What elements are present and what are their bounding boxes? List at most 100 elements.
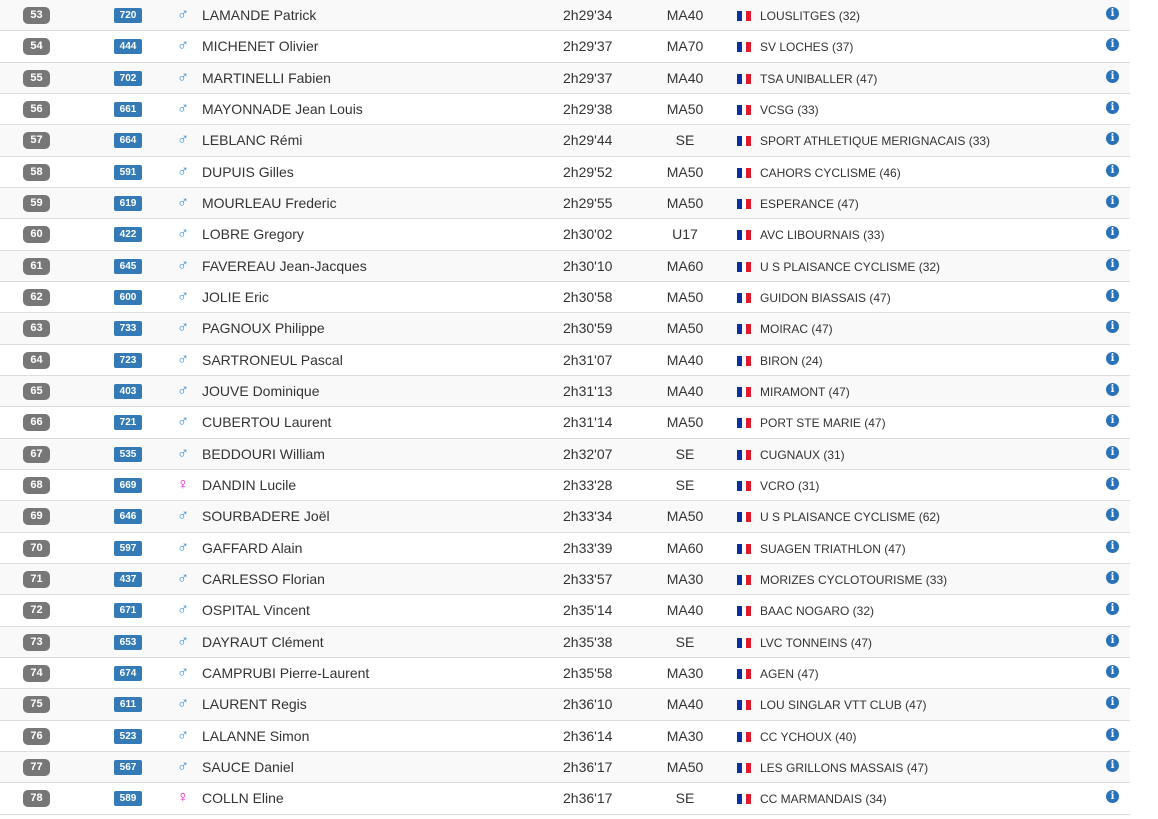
club-name: VCRO (31) bbox=[760, 478, 820, 493]
info-icon[interactable]: i bbox=[1106, 414, 1119, 428]
table-row[interactable]: 65 403 ♂ JOUVE Dominique 2h31'13 MA40 MIRAMONT… bbox=[0, 375, 1130, 408]
table-row[interactable]: 66 721 ♂ CUBERTOU Laurent 2h31'14 MA50 PORT ST… bbox=[0, 407, 1130, 439]
france-flag-icon bbox=[737, 418, 752, 429]
male-icon: ♂ bbox=[177, 757, 189, 775]
table-row[interactable]: 54 444 ♂ MICHENET Olivier 2h29'37 MA70 SV LOCH… bbox=[0, 31, 1130, 63]
info-icon[interactable]: i bbox=[1106, 257, 1119, 271]
bib-badge: 653 bbox=[114, 634, 142, 650]
table-row[interactable]: 74 674 ♂ CAMPRUBI Pierre-Laurent 2h35'58 MA30… bbox=[0, 657, 1130, 690]
athlete-name: DANDIN Lucile bbox=[202, 476, 297, 493]
france-flag-icon bbox=[737, 104, 752, 115]
info-icon[interactable]: i bbox=[1106, 226, 1119, 240]
info-icon[interactable]: i bbox=[1106, 7, 1119, 20]
table-row[interactable]: 75 611 ♂ LAURENT Regis 2h36'10 MA40 LOU SINGLA… bbox=[0, 689, 1130, 721]
info-icon[interactable]: i bbox=[1106, 194, 1119, 208]
info-icon[interactable]: i bbox=[1106, 696, 1119, 710]
info-icon[interactable]: i bbox=[1106, 445, 1119, 459]
info-icon[interactable]: i bbox=[1106, 69, 1119, 83]
athlete-name: CARLESSO Florian bbox=[202, 570, 325, 587]
athlete-name: MARTINELLI Fabien bbox=[202, 69, 331, 86]
table-row[interactable]: 63 733 ♂ PAGNOUX Philippe 2h30'59 MA50 MOIRAC … bbox=[0, 313, 1130, 345]
table-row[interactable]: 68 669 ♀ DANDIN Lucile 2h33'28 SE VCRO (31) i bbox=[0, 469, 1130, 502]
france-flag-icon bbox=[737, 668, 752, 679]
info-icon[interactable]: i bbox=[1106, 476, 1119, 490]
info-icon[interactable]: i bbox=[1106, 320, 1119, 334]
rank-badge: 68 bbox=[23, 476, 50, 494]
info-icon[interactable]: i bbox=[1106, 38, 1119, 52]
bib-badge: 723 bbox=[114, 352, 142, 368]
bib-badge: 721 bbox=[114, 415, 142, 431]
male-icon: ♂ bbox=[177, 663, 189, 681]
male-icon: ♂ bbox=[177, 350, 189, 368]
france-flag-icon bbox=[737, 42, 752, 53]
finish-time: 2h30'02 bbox=[563, 226, 613, 243]
info-icon[interactable]: i bbox=[1106, 508, 1119, 522]
info-icon[interactable]: i bbox=[1106, 633, 1119, 647]
info-icon[interactable]: i bbox=[1106, 570, 1119, 584]
rank-badge: 73 bbox=[23, 633, 50, 651]
female-icon: ♀ bbox=[177, 789, 189, 807]
table-row[interactable]: 77 567 ♂ SAUCE Daniel 2h36'17 MA50 LES GRILLON… bbox=[0, 751, 1130, 784]
france-flag-icon bbox=[737, 73, 752, 84]
france-flag-icon bbox=[737, 762, 752, 773]
info-icon[interactable]: i bbox=[1106, 539, 1119, 553]
info-icon[interactable]: i bbox=[1106, 288, 1119, 302]
table-row[interactable]: 72 671 ♂ OSPITAL Vincent 2h35'14 MA40 BAAC NOG… bbox=[0, 595, 1130, 627]
table-row[interactable]: 62 600 ♂ JOLIE Eric 2h30'58 MA50 GUIDON BIASSA… bbox=[0, 281, 1130, 314]
athlete-name: MOURLEAU Frederic bbox=[202, 194, 337, 211]
info-icon[interactable]: i bbox=[1106, 163, 1119, 177]
table-row[interactable]: 73 653 ♂ DAYRAUT Clément 2h35'38 SE LVC TONNEI… bbox=[0, 626, 1130, 658]
table-row[interactable]: 61 645 ♂ FAVEREAU Jean-Jacques 2h30'10 MA60 U … bbox=[0, 250, 1130, 282]
france-flag-icon bbox=[737, 136, 752, 147]
finish-time: 2h36'17 bbox=[563, 790, 613, 807]
athlete-name: LOBRE Gregory bbox=[202, 226, 304, 243]
club-name: TSA UNIBALLER (47) bbox=[760, 71, 878, 86]
info-icon[interactable]: i bbox=[1106, 602, 1119, 616]
rank-badge: 70 bbox=[23, 539, 50, 557]
finish-time: 2h30'59 bbox=[563, 320, 613, 337]
finish-time: 2h31'13 bbox=[563, 382, 613, 399]
table-row[interactable]: 57 664 ♂ LEBLANC Rémi 2h29'44 SE SPORT ATHLETI… bbox=[0, 125, 1130, 157]
info-icon[interactable]: i bbox=[1106, 727, 1119, 741]
category: MA70 bbox=[666, 38, 704, 55]
finish-time: 2h29'37 bbox=[563, 38, 613, 55]
table-row[interactable]: 60 422 ♂ LOBRE Gregory 2h30'02 U17 AVC LIBOURN… bbox=[0, 219, 1130, 251]
info-icon[interactable]: i bbox=[1106, 758, 1119, 772]
category: MA40 bbox=[666, 351, 704, 368]
finish-time: 2h30'58 bbox=[563, 288, 613, 305]
info-icon[interactable]: i bbox=[1106, 132, 1119, 146]
info-icon[interactable]: i bbox=[1106, 790, 1119, 804]
female-icon: ♀ bbox=[177, 475, 189, 493]
bib-badge: 567 bbox=[114, 759, 142, 775]
athlete-name: PAGNOUX Philippe bbox=[202, 320, 325, 337]
france-flag-icon bbox=[737, 324, 752, 335]
table-row[interactable]: 55 702 ♂ MARTINELLI Fabien 2h29'37 MA40 TSA UN… bbox=[0, 62, 1130, 94]
rank-badge: 67 bbox=[23, 445, 50, 463]
table-row[interactable]: 59 619 ♂ MOURLEAU Frederic 2h29'55 MA50 ESPERA… bbox=[0, 187, 1130, 220]
table-row[interactable]: 53 720 ♂ LAMANDE Patrick 2h29'34 MA40 LOUSLITG… bbox=[0, 0, 1130, 32]
athlete-name: BEDDOURI William bbox=[202, 445, 325, 462]
bib-badge: 611 bbox=[114, 697, 142, 713]
table-row[interactable]: 64 723 ♂ SARTRONEUL Pascal 2h31'07 MA40 BIRON … bbox=[0, 344, 1130, 376]
athlete-name: SARTRONEUL Pascal bbox=[202, 351, 343, 368]
table-row[interactable]: 71 437 ♂ CARLESSO Florian 2h33'57 MA30 MORIZES… bbox=[0, 563, 1130, 596]
category: MA60 bbox=[666, 257, 704, 274]
club-name: U S PLAISANCE CYCLISME (32) bbox=[760, 259, 941, 274]
athlete-name: GAFFARD Alain bbox=[202, 539, 303, 556]
category: MA40 bbox=[666, 69, 704, 86]
info-icon[interactable]: i bbox=[1106, 664, 1119, 678]
table-row[interactable]: 70 597 ♂ GAFFARD Alain 2h33'39 MA60 SUAGEN TRI… bbox=[0, 532, 1130, 564]
info-icon[interactable]: i bbox=[1106, 100, 1119, 114]
table-row[interactable]: 56 661 ♂ MAYONNADE Jean Louis 2h29'38 MA50 VCS… bbox=[0, 93, 1130, 126]
finish-time: 2h31'07 bbox=[563, 351, 613, 368]
athlete-name: DAYRAUT Clément bbox=[202, 633, 324, 650]
category: MA40 bbox=[666, 696, 704, 713]
info-icon[interactable]: i bbox=[1106, 351, 1119, 365]
table-row[interactable]: 58 591 ♂ DUPUIS Gilles 2h29'52 MA50 CAHORS CYC… bbox=[0, 156, 1130, 188]
table-row[interactable]: 69 646 ♂ SOURBADERE Joël 2h33'34 MA50 U S PLAI… bbox=[0, 501, 1130, 533]
table-row[interactable]: 67 535 ♂ BEDDOURI William 2h32'07 SE CUGNAUX (… bbox=[0, 438, 1130, 470]
table-row[interactable]: 76 523 ♂ LALANNE Simon 2h36'14 MA30 CC YCHOUX … bbox=[0, 720, 1130, 752]
category: MA50 bbox=[666, 163, 704, 180]
table-row[interactable]: 78 589 ♀ COLLN Eline 2h36'17 SE CC MARMANDAIS … bbox=[0, 783, 1130, 815]
info-icon[interactable]: i bbox=[1106, 382, 1119, 396]
